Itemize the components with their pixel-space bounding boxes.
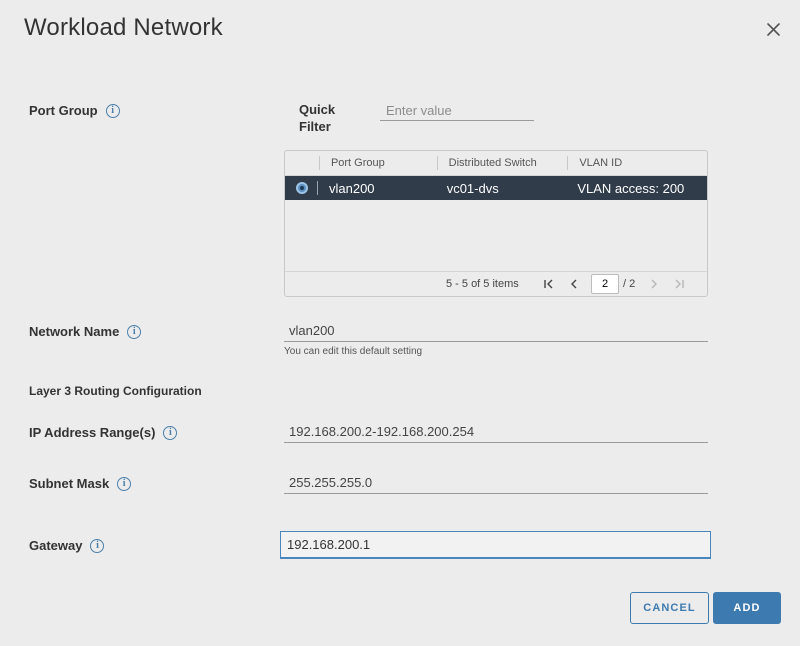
dialog-title: Workload Network bbox=[24, 14, 223, 41]
info-icon[interactable]: i bbox=[163, 425, 178, 440]
cell-port-group: vlan200 bbox=[328, 180, 375, 196]
ip-range-label: IP Address Range(s) bbox=[29, 425, 156, 440]
port-group-label-row: Port Group i bbox=[29, 103, 120, 118]
gateway-label: Gateway bbox=[29, 538, 83, 553]
close-icon bbox=[767, 23, 780, 36]
cell-vlan-id: VLAN access: 200 bbox=[577, 180, 685, 196]
network-name-input[interactable] bbox=[284, 320, 708, 342]
cell-distributed-switch: vc01-dvs bbox=[446, 180, 499, 196]
gateway-input[interactable] bbox=[280, 531, 711, 559]
close-button[interactable] bbox=[764, 20, 784, 40]
quick-filter-input[interactable] bbox=[380, 101, 534, 121]
grid-header: Port Group Distributed Switch VLAN ID bbox=[285, 151, 707, 176]
grid-header-select bbox=[285, 151, 319, 175]
items-count: 5 - 5 of 5 items bbox=[446, 278, 519, 290]
radio-selected-icon[interactable] bbox=[296, 182, 308, 194]
gateway-label-row: Gateway i bbox=[29, 538, 105, 553]
ip-range-label-row: IP Address Range(s) i bbox=[29, 425, 178, 440]
column-header-distributed-switch[interactable]: Distributed Switch bbox=[438, 151, 568, 175]
cancel-button[interactable]: CANCEL bbox=[630, 592, 709, 624]
chevron-right-icon bbox=[651, 279, 658, 289]
first-page-icon bbox=[544, 279, 553, 289]
port-group-grid: Port Group Distributed Switch VLAN ID vl… bbox=[284, 150, 708, 297]
info-icon[interactable]: i bbox=[105, 103, 120, 118]
network-name-helper: You can edit this default setting bbox=[284, 346, 423, 357]
network-name-label-row: Network Name i bbox=[29, 324, 142, 339]
subnet-mask-input[interactable] bbox=[284, 472, 708, 494]
port-group-label: Port Group bbox=[29, 103, 98, 118]
next-page-button[interactable] bbox=[645, 275, 663, 293]
network-name-label: Network Name bbox=[29, 324, 120, 339]
column-header-port-group[interactable]: Port Group bbox=[320, 151, 437, 175]
last-page-button[interactable] bbox=[670, 275, 688, 293]
subnet-mask-label-row: Subnet Mask i bbox=[29, 476, 132, 491]
ip-range-input[interactable] bbox=[284, 421, 708, 443]
chevron-left-icon bbox=[571, 279, 577, 289]
table-row[interactable]: vlan200 vc01-dvs VLAN access: 200 bbox=[285, 176, 707, 200]
subnet-mask-label: Subnet Mask bbox=[29, 476, 110, 491]
add-button[interactable]: ADD bbox=[713, 592, 781, 624]
column-header-vlan-id[interactable]: VLAN ID bbox=[568, 151, 707, 175]
quick-filter-label: Quick Filter bbox=[299, 102, 336, 134]
last-page-icon bbox=[675, 279, 684, 289]
layer3-heading: Layer 3 Routing Configuration bbox=[29, 384, 202, 398]
page-number-input[interactable] bbox=[591, 274, 619, 294]
prev-page-button[interactable] bbox=[565, 275, 583, 293]
grid-footer: 5 - 5 of 5 items / 2 bbox=[285, 271, 707, 296]
info-icon[interactable]: i bbox=[90, 538, 105, 553]
first-page-button[interactable] bbox=[540, 275, 558, 293]
info-icon[interactable]: i bbox=[117, 476, 132, 491]
info-icon[interactable]: i bbox=[127, 324, 142, 339]
total-pages: / 2 bbox=[623, 278, 636, 290]
